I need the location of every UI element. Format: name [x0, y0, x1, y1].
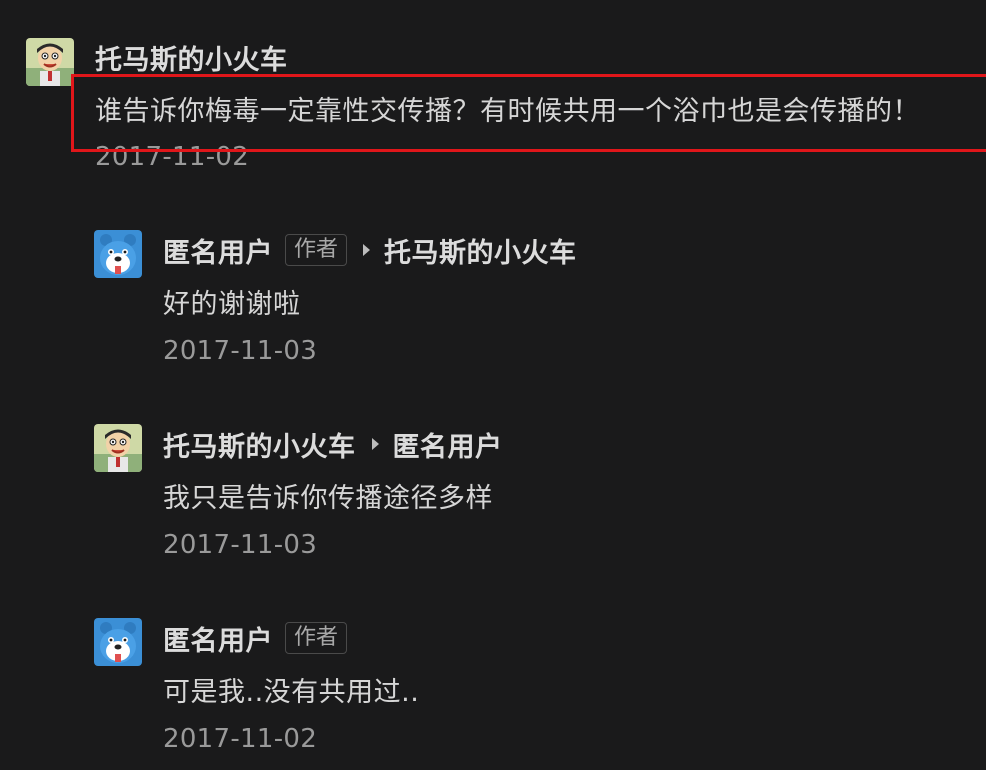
avatar[interactable]	[94, 230, 142, 278]
comment-thread: 托马斯的小火车 谁告诉你梅毒一定靠性交传播？有时候共用一个浴巾也是会传播的！ 2…	[0, 0, 986, 770]
reply-arrow-icon	[363, 244, 371, 256]
cartoon-boy-avatar-icon	[94, 424, 142, 472]
avatar[interactable]	[26, 38, 74, 86]
comment-date: 2017-11-02	[163, 724, 318, 754]
avatar[interactable]	[94, 424, 142, 472]
comment-header: 托马斯的小火车	[95, 37, 288, 77]
blue-bear-avatar-icon	[94, 230, 142, 278]
comment-header: 托马斯的小火车 匿名用户	[163, 424, 503, 464]
comment-text: 我只是告诉你传播途径多样	[163, 483, 493, 514]
author-name[interactable]: 匿名用户	[163, 619, 273, 658]
reply-to-name[interactable]: 匿名用户	[393, 425, 503, 464]
comment-text: 可是我..没有共用过..	[163, 677, 420, 708]
blue-bear-avatar-icon	[94, 618, 142, 666]
author-badge: 作者	[285, 622, 348, 654]
author-name[interactable]: 托马斯的小火车	[95, 38, 288, 77]
reply-to-name[interactable]: 托马斯的小火车	[384, 231, 577, 270]
comment-header: 匿名用户 作者	[163, 618, 348, 658]
author-badge: 作者	[285, 234, 348, 266]
comment-header: 匿名用户 作者 托马斯的小火车	[163, 230, 577, 270]
comment-text: 好的谢谢啦	[163, 289, 301, 320]
cartoon-boy-avatar-icon	[26, 38, 74, 86]
comment-date: 2017-11-03	[163, 336, 318, 366]
author-name[interactable]: 匿名用户	[163, 231, 273, 270]
reply-arrow-icon	[371, 438, 379, 450]
author-name[interactable]: 托马斯的小火车	[163, 425, 356, 464]
avatar[interactable]	[94, 618, 142, 666]
comment-date: 2017-11-03	[163, 530, 318, 560]
highlight-box	[71, 74, 986, 152]
